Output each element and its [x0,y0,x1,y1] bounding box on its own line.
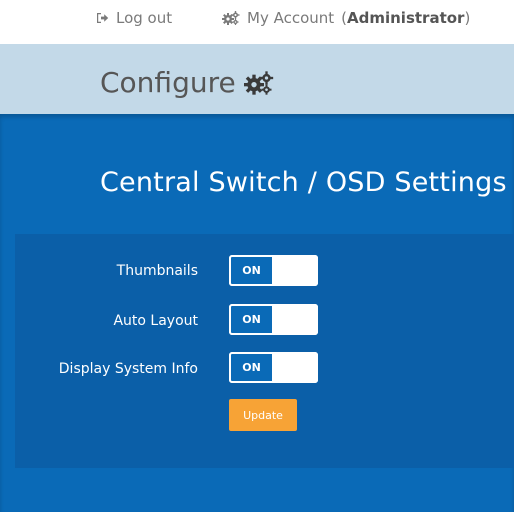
logout-label: Log out [116,9,173,27]
logout-link[interactable]: Log out [96,9,172,27]
update-button[interactable]: Update [229,399,297,431]
toggle-off-area [274,304,318,335]
account-role: Administrator [347,9,465,27]
thumbnails-toggle[interactable]: ON [229,255,318,286]
page-title-text: Configure [100,66,236,99]
my-account-label: My Account [247,9,335,27]
my-account-link[interactable]: My Account ( Administrator ) [222,9,470,27]
gears-icon [243,70,274,95]
auto-layout-toggle[interactable]: ON [229,304,318,335]
toggle-on-indicator: ON [229,304,274,335]
toggle-off-area [274,352,318,383]
account-close-paren: ) [464,9,471,27]
setting-label-auto-layout: Auto Layout [113,313,198,329]
setting-label-display-system-info: Display System Info [58,361,198,377]
sign-out-icon [96,12,109,24]
page-title: Configure [100,66,274,99]
display-system-info-toggle[interactable]: ON [229,352,318,383]
top-navigation-bar: Log out My Account (Administrator) [0,0,514,44]
gears-icon [222,11,240,25]
toggle-off-area [274,255,318,286]
toggle-on-indicator: ON [229,255,274,286]
setting-label-thumbnails: Thumbnails [116,263,198,279]
toggle-on-indicator: ON [229,352,274,383]
section-title: Central Switch / OSD Settings [100,167,507,198]
